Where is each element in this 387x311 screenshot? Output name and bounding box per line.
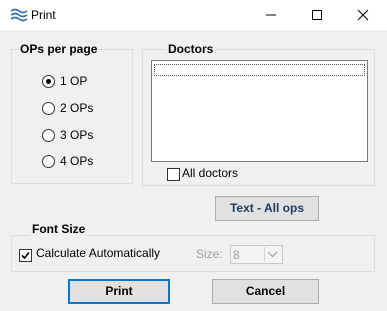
all-doctors-checkbox[interactable] (167, 168, 180, 181)
radio-label: 2 OPs (60, 101, 94, 115)
checkmark-icon (21, 251, 30, 260)
doctors-title: Doctors (166, 42, 216, 56)
ops-per-page-title: OPs per page (18, 42, 100, 56)
list-item[interactable] (154, 64, 365, 76)
radio-selected-dot (46, 79, 51, 84)
minimize-button[interactable] (248, 0, 294, 30)
doctors-listbox[interactable] (151, 60, 368, 162)
radio-label: 4 OPs (60, 154, 94, 168)
radio-circle (42, 129, 55, 142)
title-bar: Print (0, 0, 387, 30)
print-app-icon (10, 7, 28, 23)
minimize-icon (266, 14, 276, 16)
calculate-automatically-checkbox[interactable] (19, 249, 32, 262)
select-divider (264, 247, 265, 262)
all-doctors-label: All doctors (182, 166, 239, 180)
radio-label: 3 OPs (60, 128, 94, 142)
cancel-button[interactable]: Cancel (212, 279, 319, 304)
maximize-button[interactable] (294, 0, 340, 30)
radio-circle (42, 155, 55, 168)
font-size-value: 8 (233, 248, 240, 262)
text-all-ops-button[interactable]: Text - All ops (215, 196, 319, 221)
font-size-select[interactable]: 8 (230, 245, 283, 264)
print-button[interactable]: Print (68, 279, 170, 304)
window-edge (382, 30, 387, 311)
calculate-automatically-label: Calculate Automatically (36, 246, 161, 260)
radio-circle (42, 75, 55, 88)
radio-circle (42, 102, 55, 115)
chevron-down-icon (267, 251, 278, 258)
maximize-icon (312, 10, 322, 20)
size-label: Size: (196, 247, 223, 261)
close-icon (357, 9, 369, 21)
close-button[interactable] (340, 0, 386, 30)
radio-label: 1 OP (60, 74, 88, 88)
font-size-title: Font Size (30, 222, 88, 236)
window-title: Print (31, 8, 56, 22)
